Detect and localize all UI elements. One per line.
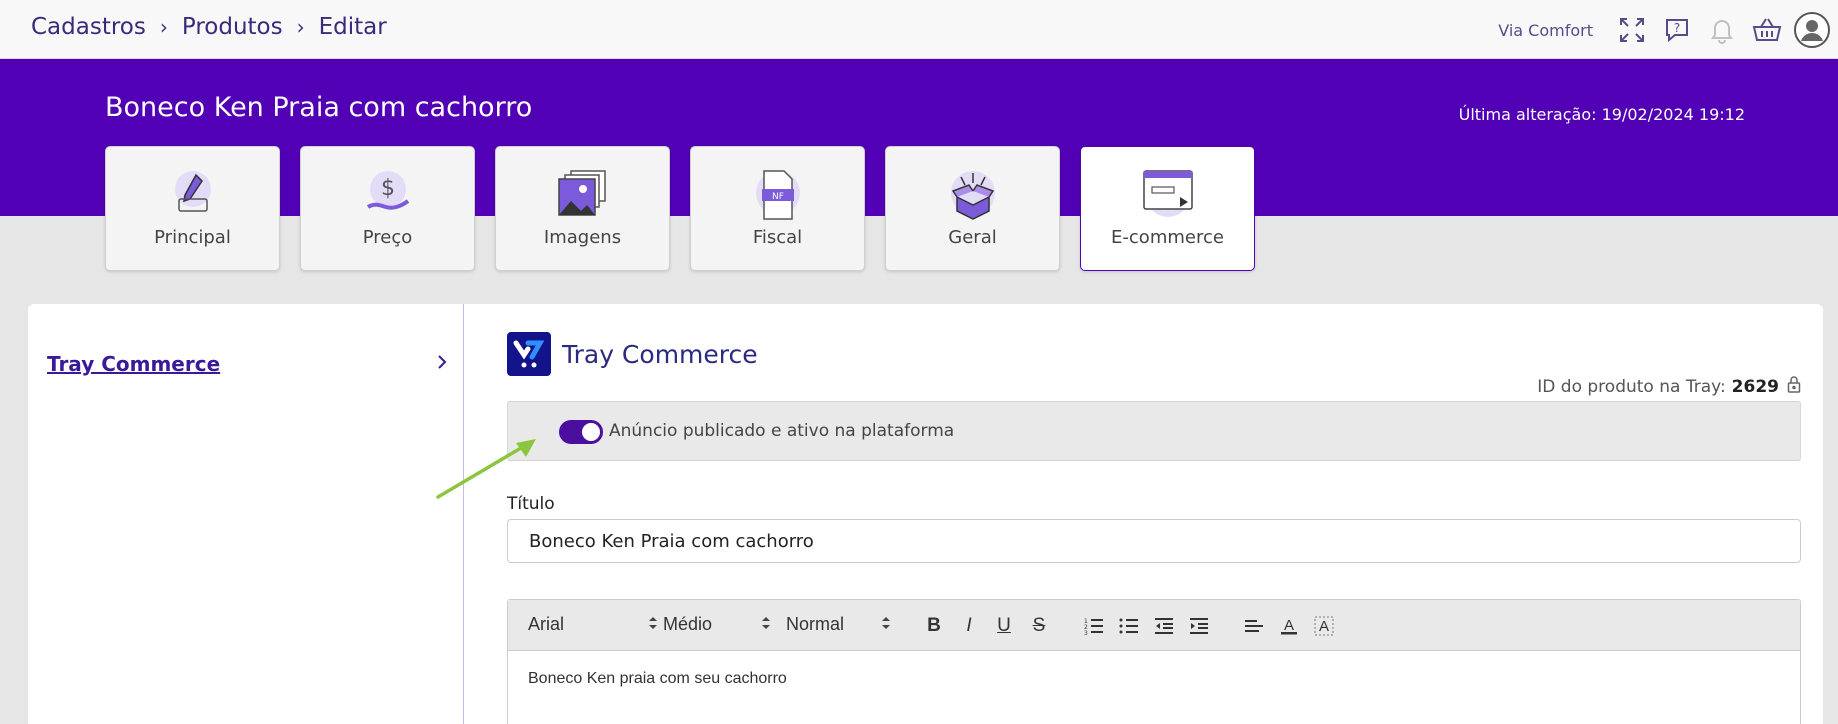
select-arrows-icon <box>881 614 891 635</box>
tab-label: Imagens <box>543 227 622 248</box>
top-bar: Cadastros › Produtos › Editar Via Comfor… <box>0 0 1838 59</box>
editor-body[interactable]: Boneco Ken praia com seu cachorro <box>528 670 787 688</box>
integration-sidebar: Tray Commerce <box>28 304 464 724</box>
nf-document-icon: NF <box>750 169 806 221</box>
text-color-icon[interactable]: A <box>1277 614 1301 638</box>
last-change-text: Última alteração: 19/02/2024 19:12 <box>1458 105 1745 124</box>
svg-text:$: $ <box>381 176 395 201</box>
breadcrumb-produtos[interactable]: Produtos <box>182 14 283 40</box>
tab-label: E-commerce <box>1111 227 1224 248</box>
svg-text:3: 3 <box>1084 630 1088 635</box>
svg-text:A: A <box>1284 617 1294 634</box>
tab-label: Fiscal <box>752 227 803 248</box>
product-id-value: 2629 <box>1731 376 1779 397</box>
main-card: Tray Commerce Tray Commerce ID do produt… <box>28 304 1823 724</box>
font-family-value: Arial <box>528 614 565 634</box>
tab-geral[interactable]: Geral <box>885 146 1060 271</box>
select-arrows-icon <box>648 614 658 635</box>
strike-button[interactable]: S <box>1027 614 1051 638</box>
tab-fiscal[interactable]: NF Fiscal <box>690 146 865 271</box>
tab-label: Preço <box>362 227 413 248</box>
toggle-knob <box>582 423 600 441</box>
align-left-icon[interactable] <box>1242 614 1266 638</box>
bold-button[interactable]: B <box>922 614 946 638</box>
expand-icon[interactable] <box>1612 10 1652 50</box>
title-input[interactable] <box>507 519 1801 563</box>
sidebar-item-label: Tray Commerce <box>47 352 221 376</box>
bullet-list-icon[interactable] <box>1117 614 1141 638</box>
help-chat-icon[interactable]: ? <box>1657 10 1697 50</box>
open-box-icon <box>945 169 1001 221</box>
tab-label: Principal <box>154 227 231 248</box>
font-size-select[interactable]: Médio <box>663 614 771 635</box>
user-avatar-icon[interactable] <box>1792 10 1832 50</box>
annotation-arrow-icon <box>436 439 536 499</box>
text-style-value: Normal <box>786 614 845 634</box>
ordered-list-icon[interactable]: 123 <box>1082 614 1106 638</box>
svg-text:A: A <box>1319 618 1329 635</box>
select-arrows-icon <box>761 614 771 635</box>
description-editor: Arial Médio Normal B I U S 1 2 3 A A Bon… <box>507 599 1801 724</box>
tab-preco[interactable]: $ Preço <box>300 146 475 271</box>
chevron-right-icon: › <box>159 15 168 39</box>
product-title: Boneco Ken Praia com cachorro <box>105 92 533 123</box>
tab-e-commerce[interactable]: E-commerce <box>1080 146 1255 271</box>
tab-principal[interactable]: Principal <box>105 146 280 271</box>
lock-icon[interactable] <box>1787 375 1801 398</box>
chevron-right-icon <box>437 354 447 374</box>
bell-icon[interactable] <box>1702 10 1742 50</box>
tray-logo-icon <box>507 332 551 376</box>
money-hand-icon: $ <box>360 169 416 221</box>
browser-window-icon <box>1140 169 1196 221</box>
integration-heading: Tray Commerce <box>507 332 758 376</box>
font-family-select[interactable]: Arial <box>528 614 658 635</box>
breadcrumb: Cadastros › Produtos › Editar <box>31 14 387 40</box>
tab-imagens[interactable]: Imagens <box>495 146 670 271</box>
product-id-line: ID do produto na Tray: 2629 <box>1537 375 1801 398</box>
publish-toggle-row: Anúncio publicado e ativo na plataforma <box>507 401 1801 461</box>
company-name[interactable]: Via Comfort <box>1498 21 1593 40</box>
breadcrumb-cadastros[interactable]: Cadastros <box>31 14 146 40</box>
underline-button[interactable]: U <box>992 614 1016 638</box>
editor-toolbar: Arial Médio Normal B I U S 1 2 3 A A <box>508 600 1800 651</box>
svg-text:NF: NF <box>772 192 784 202</box>
breadcrumb-editar: Editar <box>318 14 387 40</box>
publish-toggle[interactable] <box>559 420 603 444</box>
outdent-icon[interactable] <box>1152 614 1176 638</box>
tab-label: Geral <box>948 227 997 248</box>
product-id-label: ID do produto na Tray: <box>1537 376 1726 397</box>
text-style-select[interactable]: Normal <box>786 614 891 635</box>
italic-button[interactable]: I <box>957 614 981 638</box>
svg-text:?: ? <box>1674 21 1680 35</box>
clear-format-icon[interactable]: A <box>1312 614 1336 638</box>
publish-toggle-label: Anúncio publicado e ativo na plataforma <box>609 421 955 441</box>
sidebar-item-tray-commerce[interactable]: Tray Commerce <box>47 352 457 376</box>
indent-icon[interactable] <box>1187 614 1211 638</box>
pencil-icon <box>165 169 221 221</box>
section-tabs: Principal $ Preço Imagens NF Fiscal Gera… <box>105 146 1275 271</box>
integration-title: Tray Commerce <box>562 339 758 369</box>
basket-icon[interactable] <box>1747 10 1787 50</box>
top-right-actions: Via Comfort ? <box>1498 10 1832 50</box>
chevron-right-icon: › <box>296 15 305 39</box>
images-icon <box>555 169 611 221</box>
font-size-value: Médio <box>663 614 713 634</box>
